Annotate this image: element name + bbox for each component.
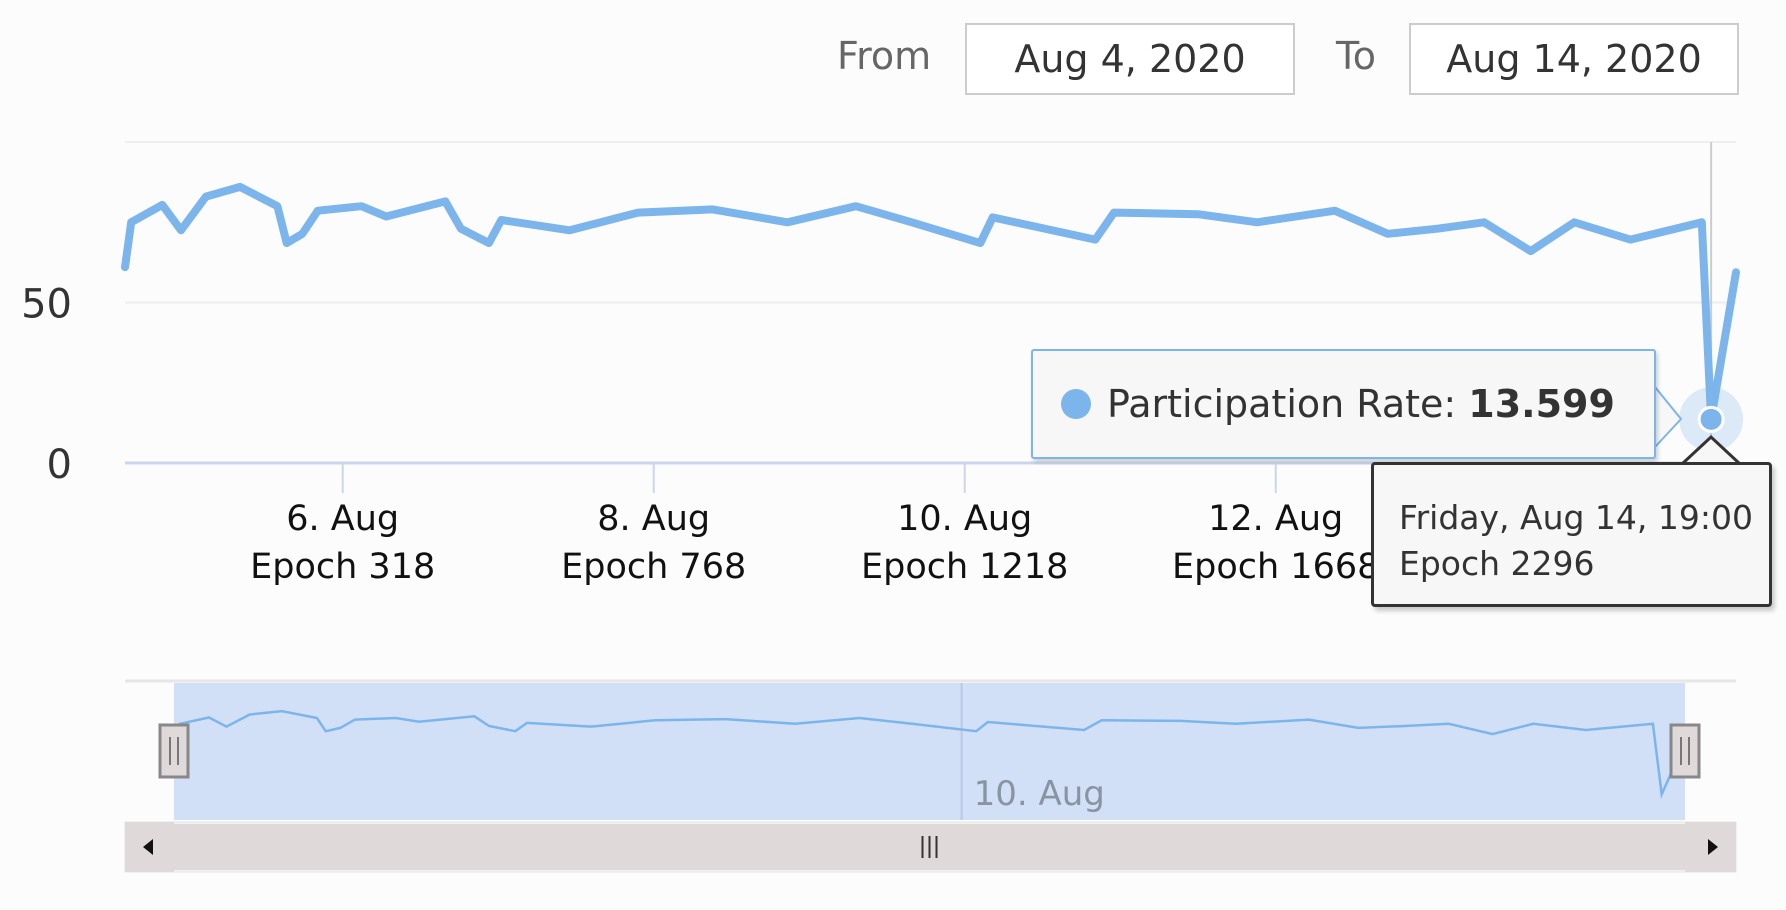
x-tick-sublabel: Epoch 1218 [861,547,1068,587]
handle-body[interactable] [158,723,190,779]
hovered-point [1654,384,1744,466]
x-tick-sublabel: Epoch 1668 [1172,547,1379,587]
y-tick-label: 50 [21,282,72,328]
x-tick-label: 8. Aug [597,499,710,539]
y-axis-labels: 0 50 [21,282,72,489]
handle-body[interactable] [1669,723,1701,779]
navigator-tick-label: 10. Aug [974,774,1105,814]
date-tooltip: Friday, Aug 14, 19:00 Epoch 2296 [1371,462,1772,607]
x-tick-label: 12. Aug [1208,499,1343,539]
tooltip-series-name: Participation Rate: [1107,382,1457,426]
x-tick-label: 6. Aug [286,499,399,539]
y-tick-label: 0 [47,442,72,488]
x-tick-sublabel: Epoch 768 [561,547,746,587]
series-tooltip: Participation Rate: 13.599 [1031,349,1656,459]
x-tick-sublabel: Epoch 318 [250,547,435,587]
tooltip-date: Friday, Aug 14, 19:00 [1399,498,1753,537]
hover-marker [1697,405,1725,433]
series-color-dot [1061,389,1091,419]
navigator-selected-range[interactable] [174,683,1685,820]
tooltip-epoch: Epoch 2296 [1399,544,1595,583]
scrollbar [124,821,1737,873]
x-tick-label: 10. Aug [897,499,1032,539]
tooltip-pointer [1654,384,1683,450]
navigator-handle-left[interactable] [158,723,190,779]
grid-lines [125,141,1736,304]
tooltip-series-value: 13.599 [1468,382,1615,426]
navigator-handle-right[interactable] [1669,723,1701,779]
